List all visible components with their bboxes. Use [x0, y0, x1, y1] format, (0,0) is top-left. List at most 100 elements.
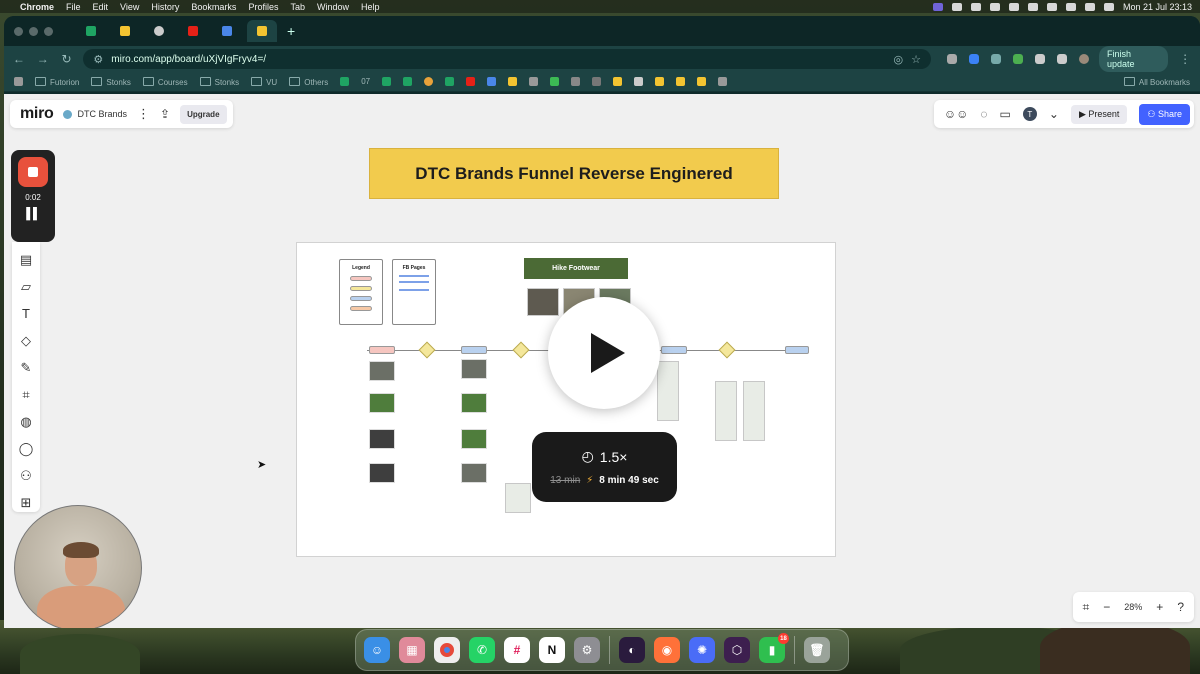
bookmark-star-icon[interactable]: ☆: [911, 53, 921, 66]
board-menu-icon[interactable]: ⋮: [137, 106, 150, 122]
app-icon[interactable]: ◐: [619, 637, 645, 663]
app-icon[interactable]: ⬡: [724, 637, 750, 663]
status-icon[interactable]: [951, 2, 962, 11]
pen-icon[interactable]: ✎: [18, 360, 34, 375]
menu-help[interactable]: Help: [361, 2, 380, 12]
menu-profiles[interactable]: Profiles: [248, 2, 278, 12]
frame-icon[interactable]: ⌗: [18, 387, 34, 402]
bookmark-folder[interactable]: VU: [251, 77, 277, 87]
menu-app-name[interactable]: Chrome: [20, 2, 54, 12]
url-text[interactable]: miro.com/app/board/uXjVIgFryv4=/: [111, 54, 885, 65]
bookmark-folder[interactable]: Courses: [143, 77, 188, 87]
bookmark-sheets-icon[interactable]: [382, 77, 392, 86]
all-bookmarks[interactable]: All Bookmarks: [1124, 77, 1190, 87]
page-screenshot[interactable]: [743, 381, 765, 441]
new-tab-button[interactable]: +: [287, 23, 295, 39]
bookmark-icon[interactable]: [424, 77, 434, 86]
bookmark-sheets-icon[interactable]: [445, 77, 455, 86]
apps-icon[interactable]: ⚇: [18, 468, 34, 483]
bookmark-icon[interactable]: [592, 77, 602, 86]
screen-record-icon[interactable]: [932, 2, 943, 11]
whatsapp-icon[interactable]: ✆: [469, 637, 495, 663]
decision-node[interactable]: [718, 341, 736, 359]
landing-thumbnail[interactable]: [461, 359, 487, 379]
chevron-down-icon[interactable]: ⌄: [1049, 107, 1059, 121]
site-settings-icon[interactable]: ⚙: [93, 53, 103, 66]
menu-edit[interactable]: Edit: [93, 2, 109, 12]
tab-docs[interactable]: [213, 20, 241, 42]
maximize-window-button[interactable]: [44, 26, 53, 36]
sticky-note-icon[interactable]: ▱: [18, 279, 34, 294]
pause-recording-button[interactable]: ▌▌: [26, 208, 41, 220]
menu-bookmarks[interactable]: Bookmarks: [191, 2, 236, 12]
ad-thumbnail[interactable]: [369, 361, 395, 381]
tab-generic[interactable]: [145, 20, 173, 42]
landing-thumbnail[interactable]: [461, 393, 487, 413]
bookmark-folder[interactable]: Futorion: [35, 77, 79, 87]
export-icon[interactable]: ⇪: [160, 107, 170, 121]
bookmark-folder[interactable]: Others: [289, 77, 328, 87]
bookmark-miro-icon[interactable]: [676, 77, 686, 86]
page-screenshot[interactable]: [715, 381, 737, 441]
bookmark-youtube-icon[interactable]: [466, 77, 476, 86]
add-icon[interactable]: ⊞: [18, 495, 34, 510]
eye-off-icon[interactable]: ◎: [893, 53, 903, 66]
firefox-icon[interactable]: ◉: [654, 637, 680, 663]
bookmark-icon[interactable]: [718, 77, 728, 86]
status-icon[interactable]: [1027, 2, 1038, 11]
hike-footwear-header[interactable]: Hike Footwear: [524, 258, 628, 279]
bookmark-icon[interactable]: [550, 77, 560, 86]
battery-icon[interactable]: [1046, 2, 1057, 11]
bookmark-sheets-icon[interactable]: [403, 77, 413, 86]
launchpad-icon[interactable]: ▦: [399, 637, 425, 663]
zoom-in-button[interactable]: +: [1156, 600, 1163, 614]
system-settings-icon[interactable]: ⚙: [574, 637, 600, 663]
help-icon[interactable]: ?: [1177, 600, 1184, 614]
more-menu-icon[interactable]: ⋮: [1178, 52, 1192, 66]
status-icon[interactable]: [989, 2, 1000, 11]
present-button[interactable]: ▶ Present: [1070, 104, 1128, 124]
extension-icon[interactable]: [968, 54, 979, 64]
close-window-button[interactable]: [14, 26, 23, 36]
webcam-bubble[interactable]: [14, 505, 142, 628]
fit-screen-icon[interactable]: ⌗: [1083, 600, 1090, 615]
upgrade-button[interactable]: Upgrade: [180, 104, 227, 124]
sidepanel-icon[interactable]: [1056, 54, 1067, 64]
notion-icon[interactable]: N: [539, 637, 565, 663]
menu-tab[interactable]: Tab: [290, 2, 305, 12]
board-title-banner[interactable]: DTC Brands Funnel Reverse Enginered: [369, 148, 779, 199]
finder-icon[interactable]: ☺: [364, 637, 390, 663]
reactions-icon[interactable]: ☺☺: [944, 107, 969, 121]
profile-avatar-icon[interactable]: [1078, 54, 1089, 64]
camera-extension-icon[interactable]: [946, 54, 957, 64]
tab-youtube[interactable]: [179, 20, 207, 42]
bookmark-icon[interactable]: [487, 77, 497, 86]
slack-icon[interactable]: #: [504, 637, 530, 663]
decision-node[interactable]: [418, 341, 436, 359]
back-icon[interactable]: ←: [12, 52, 26, 66]
text-icon[interactable]: T: [18, 306, 34, 321]
ad-thumbnail[interactable]: [369, 393, 395, 413]
bookmark-miro-icon[interactable]: [697, 77, 707, 86]
bookmark-folder[interactable]: Stonks: [200, 77, 239, 87]
page-screenshot[interactable]: [657, 361, 679, 421]
landing-thumbnail[interactable]: [461, 429, 487, 449]
product-photo[interactable]: [527, 288, 559, 316]
app-icon[interactable]: ✺: [689, 637, 715, 663]
address-bar[interactable]: ⚙ miro.com/app/board/uXjVIgFryv4=/ ◎ ☆: [83, 49, 931, 69]
menu-window[interactable]: Window: [317, 2, 349, 12]
shapes-icon[interactable]: ◇: [18, 333, 34, 348]
control-center-icon[interactable]: [1103, 2, 1114, 11]
bookmark-miro-icon[interactable]: [655, 77, 665, 86]
bookmark-icon[interactable]: [529, 77, 539, 86]
funnel-frame[interactable]: Legend FB Pages Hike Footwear: [296, 242, 836, 557]
video-call-icon[interactable]: ▭: [1000, 107, 1011, 121]
menu-history[interactable]: History: [151, 2, 179, 12]
bookmark-folder[interactable]: Stonks: [91, 77, 130, 87]
menu-file[interactable]: File: [66, 2, 81, 12]
bookmark-icon[interactable]: [634, 77, 644, 86]
zoom-out-button[interactable]: −: [1103, 600, 1110, 614]
trash-icon[interactable]: 🗑: [804, 637, 830, 663]
finish-update-button[interactable]: Finish update: [1098, 46, 1169, 72]
tab-miro-1[interactable]: [111, 20, 139, 42]
